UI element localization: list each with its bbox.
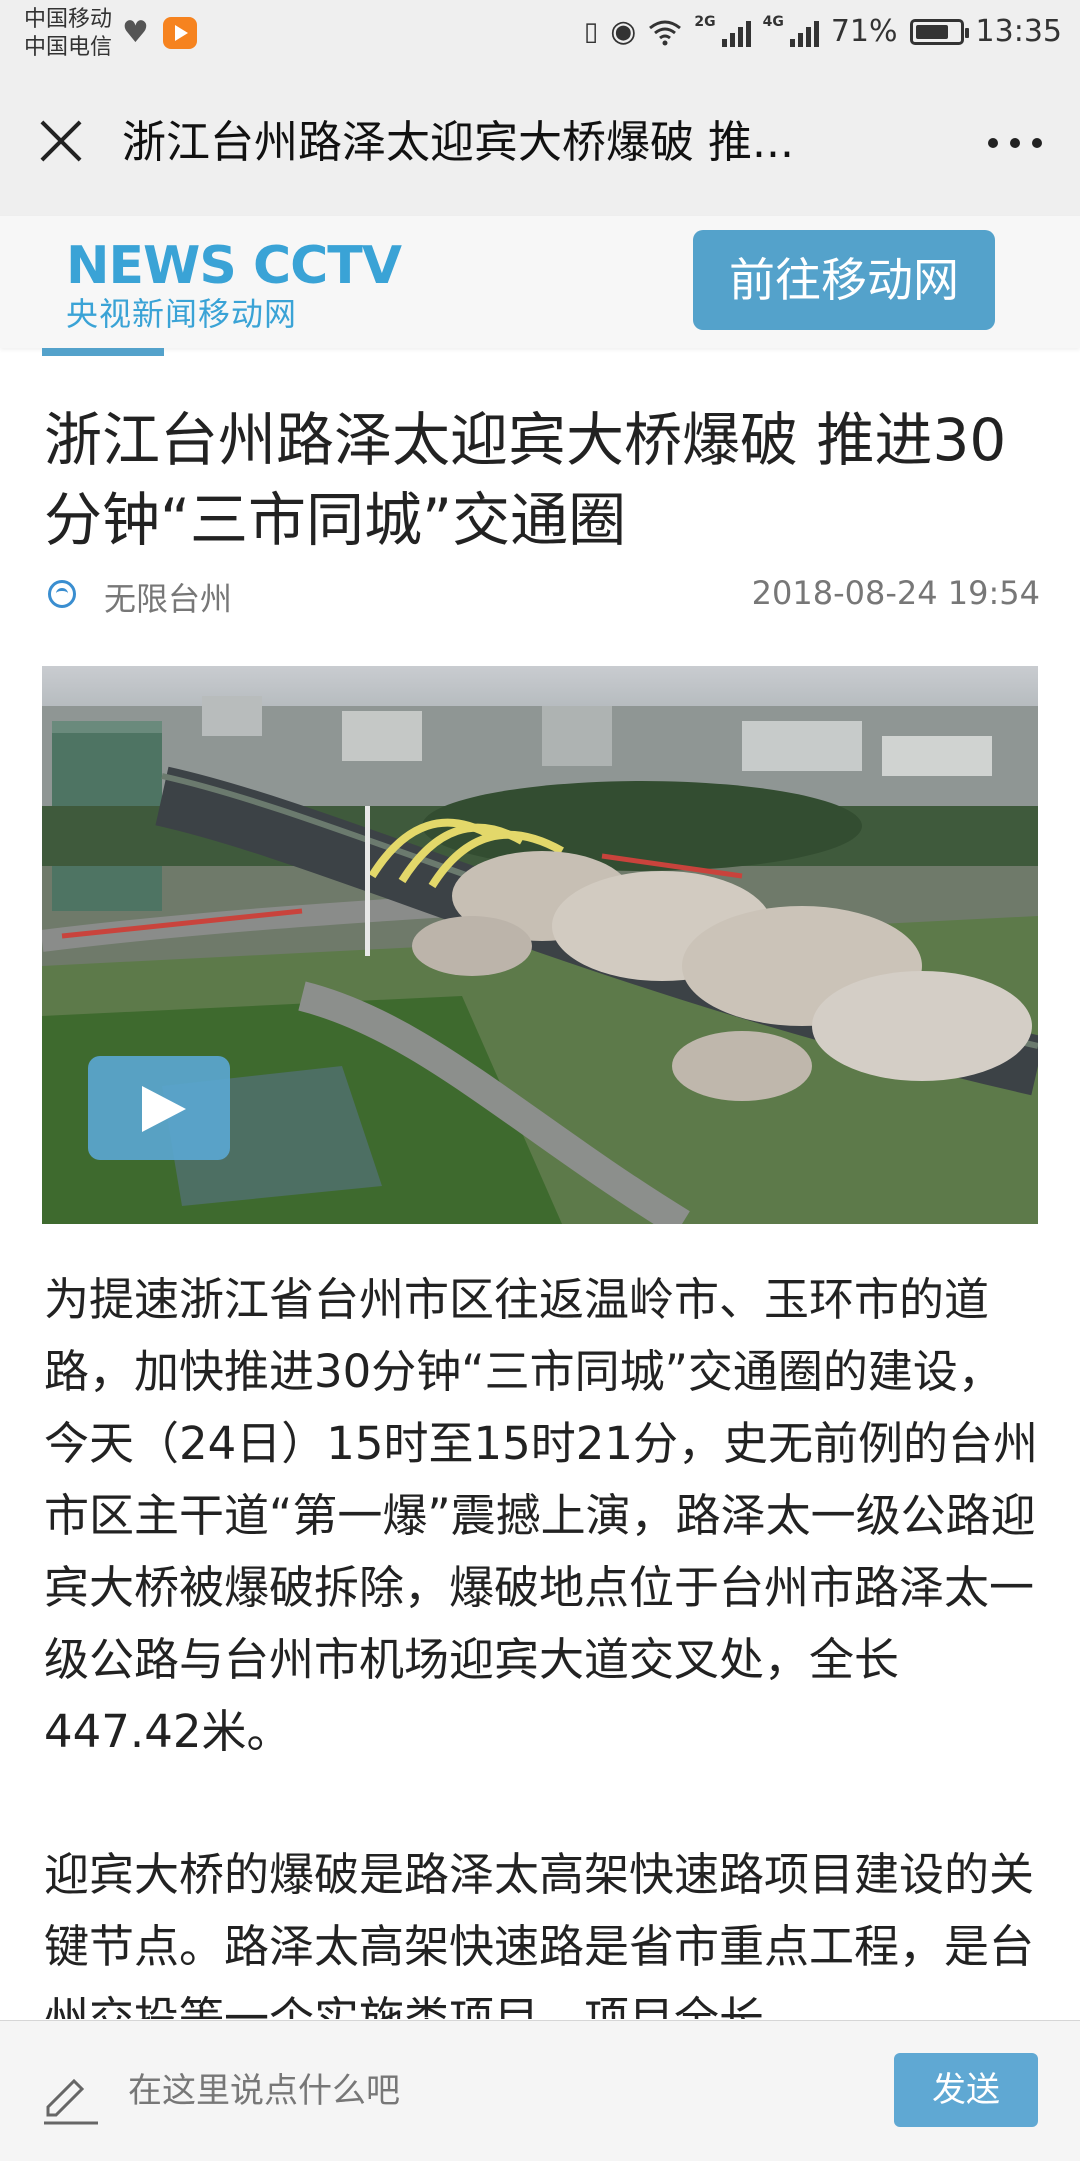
logo-subtitle: 央视新闻移动网 (66, 295, 298, 333)
video-player[interactable] (42, 666, 1038, 1224)
cctv-banner: NEWS CCTV 央视新闻移动网 前往移动网 (0, 216, 1080, 348)
banner-divider (42, 348, 164, 356)
logo-wordmark: NEWS CCTV (66, 236, 402, 296)
source-logo-icon (48, 580, 76, 608)
article-meta: 无限台州 2018-08-24 19:54 (44, 572, 1040, 618)
cctv-logo[interactable]: NEWS CCTV 央视新闻移动网 (66, 236, 426, 346)
carrier-info: 中国移动 中国电信 (24, 6, 112, 62)
article-date: 2018-08-24 19:54 (751, 574, 1040, 612)
network-type-2: 4G (762, 14, 784, 30)
pencil-icon (44, 2078, 98, 2125)
page-title: 浙江台州路泽太迎宾大桥爆破 推... (122, 117, 794, 168)
battery-icon (909, 18, 969, 45)
battery-percent: 71% (830, 14, 898, 49)
goto-mobile-site-button[interactable]: 前往移动网 (693, 230, 995, 330)
signal-icon (721, 17, 751, 47)
article-headline: 浙江台州路泽太迎宾大桥爆破 推进30分钟“三市同城”交通圈 (44, 406, 1007, 554)
nav-bar: 浙江台州路泽太迎宾大桥爆破 推... (0, 70, 1080, 217)
article-source[interactable]: 无限台州 (104, 574, 232, 620)
send-button[interactable]: 发送 (894, 2053, 1038, 2127)
close-icon[interactable] (38, 118, 84, 164)
network-type-1: 2G (694, 14, 716, 30)
signal-icon-2 (789, 17, 819, 47)
video-app-icon (162, 17, 197, 49)
clock: 13:35 (975, 14, 1062, 49)
status-bar: 中国移动 中国电信 ♥ ▯ ◉ 2G 4G 71% 13:35 (0, 0, 1080, 70)
more-icon[interactable] (988, 138, 1042, 148)
article-paragraph-2: 迎宾大桥的爆破是路泽太高架快速路项目建设的关键节点。路泽太高架快速路是省市重点工… (44, 1848, 1035, 2019)
carrier-2: 中国电信 (24, 35, 113, 60)
wifi-icon (649, 20, 682, 45)
heartbeat-icon: ♥ (122, 15, 149, 50)
comment-bar: 发送 (0, 2020, 1080, 2161)
carrier-1: 中国移动 (24, 7, 113, 32)
article-paragraph-1: 为提速浙江省台州市区往返温岭市、玉环市的道路，加快推进30分钟“三市同城”交通圈… (44, 1273, 1039, 1758)
comment-input[interactable] (128, 2059, 748, 2123)
vibrate-icon: ▯ (583, 16, 599, 47)
eye-icon: ◉ (610, 14, 637, 49)
play-button[interactable] (88, 1056, 230, 1160)
